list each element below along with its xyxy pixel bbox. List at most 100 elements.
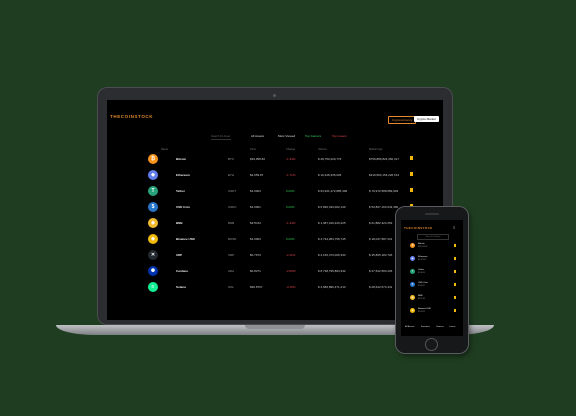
- column-change[interactable]: Change: [286, 148, 295, 151]
- site-header: THECOINSTOCK Cryptocurrency Crypto Marke…: [107, 100, 443, 126]
- hamburger-menu-icon[interactable]: ≡: [453, 225, 455, 230]
- favorite-icon[interactable]: [454, 244, 456, 247]
- nav-all-assets[interactable]: All Assets: [405, 326, 414, 328]
- coin-icon: T: [148, 186, 158, 196]
- asset-price: $0.7673: [250, 253, 261, 257]
- table-row[interactable]: ✺ Cardano ADA $0.8271 -2.05% $ 8,738,795,884,…: [107, 264, 443, 280]
- asset-price: $1.0003: [250, 237, 261, 241]
- table-row[interactable]: ◆ Ethereum ETH $2,659.87 -1.71% $ 16,428,335,…: [107, 168, 443, 184]
- nav-favorites[interactable]: Favorites: [421, 326, 430, 328]
- list-item[interactable]: $ USD Coin $1.0001: [401, 281, 463, 291]
- asset-name[interactable]: Ethereum: [176, 173, 190, 177]
- column-name[interactable]: Name: [161, 148, 168, 151]
- asset-change: 0.03%: [286, 205, 295, 209]
- phone-speaker: [425, 213, 439, 215]
- asset-name[interactable]: Solana: [176, 285, 186, 289]
- asset-volume: $ 4,734,284,756,745: [318, 237, 346, 241]
- asset-name[interactable]: XRP: [176, 253, 182, 257]
- coin-icon: ≡: [148, 282, 158, 292]
- favorite-icon[interactable]: [454, 296, 456, 299]
- coin-icon: ₿: [410, 243, 415, 248]
- favorite-icon[interactable]: [454, 283, 456, 286]
- table-row[interactable]: $ USD Coin USDC $1.0001 0.03% $ 6,836,433,002…: [107, 200, 443, 216]
- asset-change: -2.11%: [286, 253, 296, 257]
- asset-market-cap: $ 35,865,183,726: [369, 253, 393, 257]
- asset-volume: $ 8,738,795,884,332: [318, 269, 346, 273]
- asset-price: $1.0003: [418, 311, 425, 313]
- asset-name[interactable]: Cardano: [176, 269, 188, 273]
- table-row[interactable]: ◈ Binance USD BUSD $1.0003 0.03% $ 4,734,284,…: [107, 232, 443, 248]
- asset-change: 0.03%: [286, 189, 295, 193]
- favorite-icon[interactable]: [410, 188, 413, 192]
- favorite-icon[interactable]: [410, 172, 413, 176]
- asset-name: Binance USD: [418, 308, 432, 310]
- nav-losers[interactable]: Losers: [449, 326, 456, 328]
- cryptocurrency-button[interactable]: Cryptocurrency: [388, 116, 417, 124]
- asset-market-cap: $ 61,882,323,253: [369, 221, 393, 225]
- asset-market-cap: $319,683,153,226,513: [369, 173, 400, 177]
- mobile-bottom-nav: All Assets Favorites Gainers Losers: [401, 326, 463, 332]
- asset-market-cap: $ 79,972,588,089,903: [369, 189, 399, 193]
- mobile-search-input[interactable]: Search for Asset: [417, 234, 449, 240]
- table-row[interactable]: ₿ Bitcoin BTC $39,958.82 -1.34% $ 28,750,229,…: [107, 152, 443, 168]
- home-button[interactable]: [425, 338, 438, 351]
- tab-all-assets[interactable]: All Assets: [251, 134, 264, 139]
- asset-name[interactable]: BNB: [176, 221, 183, 225]
- nav-gainers[interactable]: Gainers: [436, 326, 444, 328]
- asset-symbol: USDC: [228, 205, 237, 209]
- mobile-logo[interactable]: THECOINSTOCK: [404, 226, 433, 230]
- list-item[interactable]: ₿ Bitcoin $39,958.82: [401, 242, 463, 252]
- asset-symbol: XRP: [228, 253, 235, 257]
- coin-icon: ◆: [410, 256, 415, 261]
- asset-volume: $ 4,686,896,371,213: [318, 285, 346, 289]
- column-volume[interactable]: Volume: [318, 148, 327, 151]
- asset-name[interactable]: Tether: [176, 189, 185, 193]
- asset-symbol: BUSD: [228, 237, 237, 241]
- favorite-icon[interactable]: [454, 270, 456, 273]
- search-input[interactable]: Search for Asset: [211, 134, 231, 140]
- table-row[interactable]: ≡ Solana SOL $90.8767 -3.15% $ 4,686,896,371,…: [107, 280, 443, 296]
- list-item[interactable]: ◈ BNB $379.84: [401, 294, 463, 304]
- tab-top-losers[interactable]: Top Losers: [332, 134, 347, 139]
- tab-top-gainers[interactable]: Top Gainers: [305, 134, 321, 139]
- site-logo[interactable]: THECOINSTOCK: [110, 114, 153, 119]
- list-item[interactable]: T Tether $1.0004: [401, 268, 463, 278]
- table-row[interactable]: ◈ BNB BNB $379.84 -1.44% $ 1,387,916,226,225 $…: [107, 216, 443, 232]
- column-price[interactable]: Price: [250, 148, 256, 151]
- asset-volume: $ 16,428,335,026: [318, 173, 342, 177]
- favorite-icon[interactable]: [410, 156, 413, 160]
- asset-name: USD Coin: [418, 282, 428, 284]
- asset-price: $0.8271: [250, 269, 261, 273]
- asset-symbol: SOL: [228, 285, 235, 289]
- asset-name: Tether: [418, 269, 425, 271]
- table-row[interactable]: T Tether USDT $1.0004 0.03% $ 63,921,472,885,…: [107, 184, 443, 200]
- favorite-icon[interactable]: [454, 257, 456, 260]
- asset-market-cap: $ 27,522,583,236: [369, 269, 393, 273]
- coin-icon: ◈: [148, 218, 158, 228]
- tab-most-viewed[interactable]: Most Viewed: [278, 134, 295, 139]
- asset-name[interactable]: Bitcoin: [176, 157, 186, 161]
- coin-icon: ✕: [148, 250, 158, 260]
- asset-volume: $ 63,921,472,885,306: [318, 189, 348, 193]
- list-item[interactable]: ◆ Ethereum $2,659.87: [401, 255, 463, 265]
- asset-symbol: BTC: [228, 157, 234, 161]
- coin-icon: T: [410, 269, 415, 274]
- column-market-cap[interactable]: Market Cap: [369, 148, 382, 151]
- asset-change: -3.15%: [286, 285, 296, 289]
- crypto-market-button[interactable]: Crypto Market: [414, 116, 439, 122]
- asset-name[interactable]: USD Coin: [176, 205, 190, 209]
- table-row[interactable]: ✕ XRP XRP $0.7673 -2.11% $ 2,156,473,006,333 $…: [107, 248, 443, 264]
- asset-price: $39,958.82: [250, 157, 266, 161]
- asset-market-cap: $ 50,807,163,643,360: [369, 205, 399, 209]
- coin-icon: ◈: [410, 308, 415, 313]
- asset-price: $1.0001: [418, 285, 425, 287]
- asset-change: -1.71%: [286, 173, 296, 177]
- asset-name[interactable]: Binance USD: [176, 237, 195, 241]
- asset-market-cap: $ 18,047,587,231: [369, 237, 393, 241]
- asset-price: $2,659.87: [250, 173, 264, 177]
- list-item[interactable]: ◈ Binance USD $1.0003: [401, 307, 463, 317]
- favorite-icon[interactable]: [454, 309, 456, 312]
- asset-change: 0.03%: [286, 237, 295, 241]
- asset-volume: $ 6,836,433,002,140: [318, 205, 346, 209]
- asset-price: $1.0001: [250, 205, 261, 209]
